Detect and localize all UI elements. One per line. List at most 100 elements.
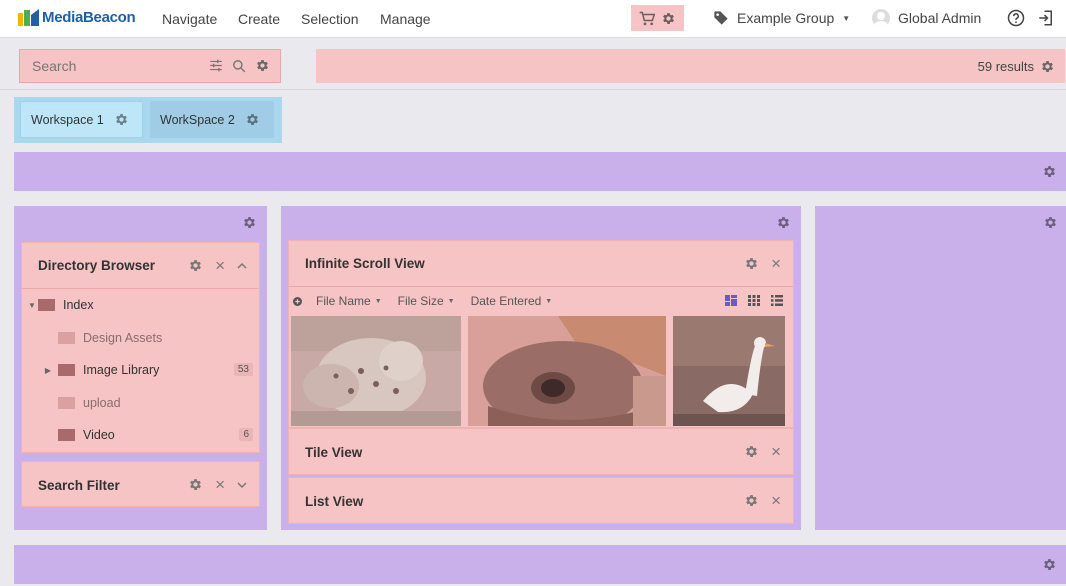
tree-item-video[interactable]: Video 6 — [22, 419, 259, 452]
tile-view-widget: Tile View × — [288, 428, 794, 475]
tab-workspace-1[interactable]: Workspace 1 — [20, 101, 143, 138]
list-view-widget: List View × — [288, 477, 794, 524]
chevron-down-icon[interactable] — [237, 480, 247, 490]
tab-workspace-2[interactable]: WorkSpace 2 — [150, 101, 274, 138]
thumbnail-snow-leopard[interactable] — [291, 316, 461, 426]
tree-item-upload[interactable]: upload — [22, 387, 259, 420]
thumbnail-tortoise[interactable] — [468, 316, 666, 426]
close-icon[interactable]: × — [771, 255, 781, 272]
caret-right-icon[interactable]: ▶ — [38, 366, 58, 375]
gear-icon[interactable] — [776, 215, 791, 230]
gear-icon[interactable] — [744, 444, 759, 459]
sort-file-size[interactable]: File Size ▼ — [398, 294, 455, 308]
infinite-scroll-view-widget: Infinite Scroll View × File Name ▼ File S… — [288, 240, 794, 428]
avatar-icon — [872, 9, 890, 27]
chevron-down-icon: ▼ — [842, 13, 851, 23]
widget-title: Infinite Scroll View — [305, 256, 425, 271]
gear-icon[interactable] — [1043, 215, 1058, 230]
caret-down-icon[interactable]: ▼ — [26, 301, 38, 310]
widget-title: Tile View — [305, 444, 363, 460]
tree-item-label: Index — [63, 298, 94, 313]
folder-icon — [58, 364, 75, 377]
list-view-icon[interactable] — [771, 295, 783, 306]
logo-mark-icon — [18, 9, 39, 26]
folder-icon — [58, 331, 75, 344]
group-label: Example Group — [737, 10, 835, 26]
layout-row-top — [14, 152, 1066, 191]
menu-navigate[interactable]: Navigate — [162, 11, 217, 27]
search-filter-widget: Search Filter × — [21, 461, 260, 507]
top-navigation-bar: MediaBeacon Navigate Create Selection Ma… — [0, 0, 1066, 38]
tree-item-index[interactable]: ▼ Index — [22, 289, 259, 322]
search-input[interactable] — [32, 58, 182, 74]
divider — [0, 89, 1066, 90]
sliders-icon[interactable] — [209, 59, 223, 72]
tree-item-label: Design Assets — [83, 330, 163, 345]
logo-text: MediaBeacon — [42, 9, 136, 26]
tab-label: Workspace 1 — [31, 112, 104, 127]
caret-down-icon: ▼ — [545, 297, 553, 305]
group-selector[interactable]: Example Group ▼ — [713, 10, 850, 26]
layout-column-right — [815, 206, 1066, 530]
item-count-badge: 6 — [239, 428, 253, 441]
user-menu[interactable]: Global Admin — [872, 9, 981, 27]
search-icon[interactable] — [232, 59, 246, 73]
folder-icon — [58, 396, 75, 409]
caret-down-icon: ▼ — [374, 297, 382, 305]
search-gear-icon[interactable] — [255, 58, 270, 73]
gear-icon[interactable] — [1042, 557, 1057, 572]
tree-item-design-assets[interactable]: Design Assets — [22, 322, 259, 355]
menu-manage[interactable]: Manage — [380, 11, 431, 27]
user-label: Global Admin — [898, 10, 982, 26]
thumbnail-strip — [289, 315, 793, 427]
folder-icon — [58, 429, 75, 442]
add-circle-icon[interactable] — [293, 296, 302, 306]
logout-icon[interactable] — [1037, 9, 1055, 27]
widget-title: Directory Browser — [38, 258, 156, 273]
caret-down-icon: ▼ — [447, 297, 455, 305]
sort-toolbar: File Name ▼ File Size ▼ Date Entered ▼ — [289, 287, 793, 315]
cart-widget — [631, 5, 684, 31]
mediabeacon-logo[interactable]: MediaBeacon — [18, 9, 136, 26]
tree-item-label: Video — [83, 428, 115, 443]
gear-icon[interactable] — [242, 215, 257, 230]
tree-item-label: upload — [83, 395, 121, 410]
gear-icon[interactable] — [188, 258, 203, 273]
gear-icon[interactable] — [1042, 164, 1057, 179]
gear-icon[interactable] — [744, 493, 759, 508]
results-gear-icon[interactable] — [1040, 59, 1055, 74]
gear-icon[interactable] — [245, 112, 260, 127]
menu-create[interactable]: Create — [238, 11, 280, 27]
close-icon[interactable]: × — [771, 443, 781, 460]
close-icon[interactable]: × — [215, 257, 225, 274]
widget-title: List View — [305, 493, 364, 509]
directory-browser-widget: Directory Browser × ▼ Index Design Asset… — [21, 242, 260, 453]
tag-icon — [714, 11, 728, 25]
chevron-up-icon[interactable] — [237, 261, 247, 271]
folder-icon — [38, 299, 55, 312]
search-bar — [19, 49, 281, 83]
menu-selection[interactable]: Selection — [301, 11, 359, 27]
tab-label: WorkSpace 2 — [160, 112, 235, 127]
layout-row-bottom — [14, 545, 1066, 584]
item-count-badge: 53 — [233, 363, 253, 376]
tree-item-image-library[interactable]: ▶ Image Library 53 — [22, 354, 259, 387]
widget-title: Search Filter — [38, 477, 120, 493]
results-count: 59 results — [977, 58, 1034, 74]
close-icon[interactable]: × — [215, 476, 225, 493]
gear-icon[interactable] — [114, 112, 129, 127]
close-icon[interactable]: × — [771, 492, 781, 509]
gear-icon[interactable] — [744, 256, 759, 271]
help-icon[interactable] — [1007, 9, 1025, 27]
results-bar: 59 results — [316, 49, 1065, 83]
sort-date-entered[interactable]: Date Entered ▼ — [471, 294, 553, 308]
sort-file-name[interactable]: File Name ▼ — [316, 294, 382, 308]
masonry-view-icon[interactable] — [725, 295, 737, 306]
tree-item-label: Image Library — [83, 363, 160, 378]
cart-gear-icon[interactable] — [661, 11, 676, 26]
gear-icon[interactable] — [188, 477, 203, 492]
cart-icon[interactable] — [639, 11, 655, 26]
workspace-tabs: Workspace 1 WorkSpace 2 — [14, 97, 282, 143]
thumbnail-goose[interactable] — [673, 316, 785, 426]
grid-view-icon[interactable] — [748, 295, 760, 306]
